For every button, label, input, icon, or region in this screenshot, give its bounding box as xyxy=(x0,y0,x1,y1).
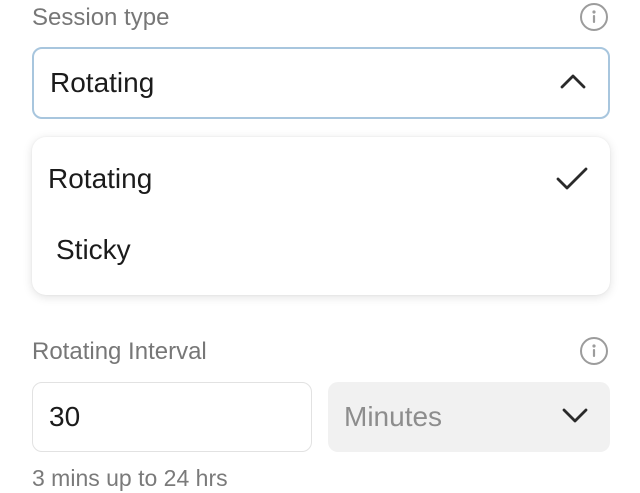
option-label: Rotating xyxy=(48,163,153,194)
option-label: Sticky xyxy=(56,234,131,265)
chevron-down-icon xyxy=(562,407,588,428)
interval-unit-value: Minutes xyxy=(344,401,443,432)
chevron-up-icon xyxy=(560,73,586,94)
interval-unit-select[interactable]: Minutes xyxy=(328,382,610,452)
interval-value-input[interactable]: 30 xyxy=(32,382,312,452)
session-type-label: Session type xyxy=(32,4,170,31)
session-type-info-icon[interactable] xyxy=(580,3,608,31)
interval-hint-text: 3 mins up to 24 hrs xyxy=(32,465,228,491)
session-type-select[interactable]: Rotating xyxy=(32,47,610,119)
dropdown-option-rotating[interactable]: Rotating xyxy=(48,163,152,195)
session-type-dropdown-menu: Rotating Sticky xyxy=(32,137,610,295)
session-type-selected-value: Rotating xyxy=(50,67,155,98)
checkmark-icon xyxy=(556,167,588,196)
rotating-interval-label: Rotating Interval xyxy=(32,338,207,365)
dropdown-option-sticky[interactable]: Sticky xyxy=(56,234,131,266)
rotating-interval-info-icon[interactable] xyxy=(580,337,608,365)
